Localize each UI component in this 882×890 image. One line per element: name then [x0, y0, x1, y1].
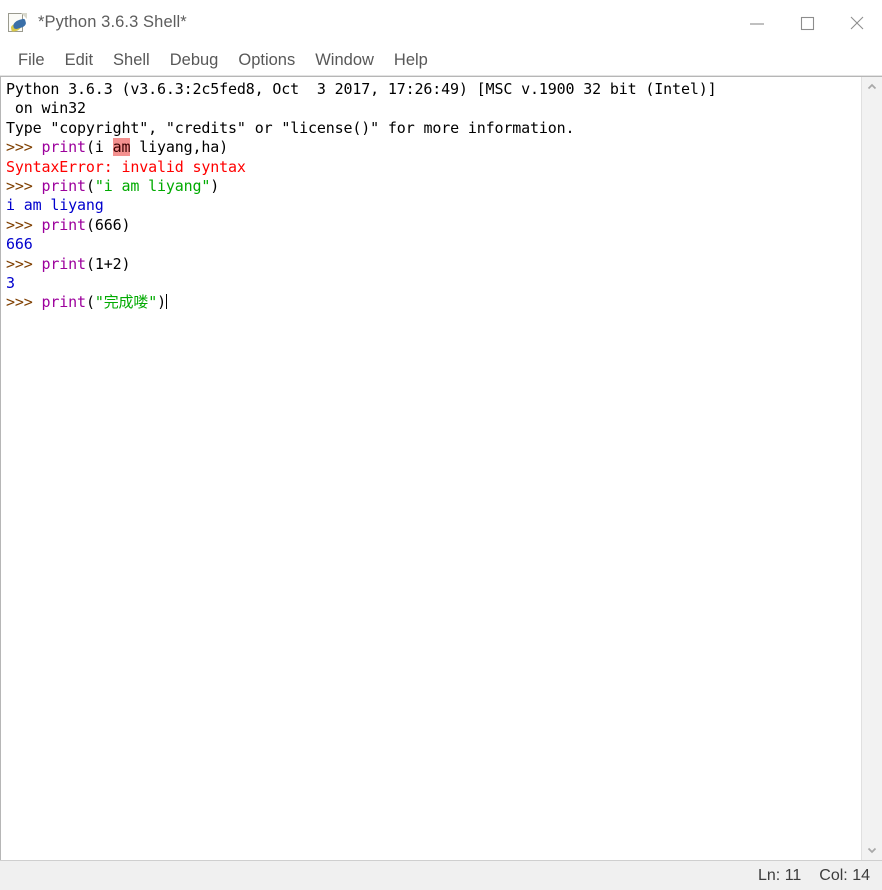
text-cursor: [166, 294, 168, 310]
menu-item-options[interactable]: Options: [228, 47, 305, 73]
console-token-plain: liyang,ha): [130, 138, 229, 157]
console-token-kw: print: [41, 138, 87, 157]
menu-item-debug[interactable]: Debug: [160, 47, 229, 73]
console-token-plain: (666): [85, 215, 131, 234]
menu-bar: File Edit Shell Debug Options Window Hel…: [0, 45, 882, 76]
console-line: 666: [6, 235, 861, 254]
console-token-prompt: >>>: [6, 254, 42, 273]
console-line: >>> print(1+2): [6, 255, 861, 274]
console-token-plain: for more information.: [379, 118, 575, 137]
console-token-plain: (1+2): [85, 254, 131, 273]
shell-text-output[interactable]: Python 3.6.3 (v3.6.3:2c5fed8, Oct 3 2017…: [1, 77, 861, 860]
console-token-kw: print: [41, 254, 87, 273]
scroll-down-arrow-icon[interactable]: [862, 840, 882, 860]
console-line: SyntaxError: invalid syntax: [6, 158, 861, 177]
console-token-out: i am liyang: [6, 196, 104, 215]
console-token-plain: (: [85, 293, 95, 312]
console-line: Type "copyright", "credits" or "license(…: [6, 119, 861, 138]
menu-item-file[interactable]: File: [8, 47, 55, 73]
status-line-number: Ln: 11: [758, 866, 802, 884]
window-title: *Python 3.6.3 Shell*: [38, 13, 187, 31]
console-token-out: 666: [6, 235, 33, 254]
console-token-err: SyntaxError: invalid syntax: [6, 157, 246, 176]
console-token-str: "i am liyang": [94, 177, 211, 196]
status-column-number: Col: 14: [819, 866, 870, 884]
console-line: >>> print("完成喽"): [6, 293, 861, 312]
console-token-out: 3: [6, 274, 15, 293]
menu-item-shell[interactable]: Shell: [103, 47, 160, 73]
close-button[interactable]: [832, 0, 882, 45]
window-controls: [732, 0, 882, 45]
python-idle-icon: [7, 12, 29, 34]
menu-item-help[interactable]: Help: [384, 47, 438, 73]
console-area: Python 3.6.3 (v3.6.3:2c5fed8, Oct 3 2017…: [0, 76, 882, 860]
console-line: 3: [6, 274, 861, 293]
console-token-plain: "license()": [281, 118, 380, 137]
console-token-plain: (: [85, 177, 95, 196]
title-bar: *Python 3.6.3 Shell*: [0, 0, 882, 45]
console-token-plain: on win32: [6, 99, 86, 118]
console-line: Python 3.6.3 (v3.6.3:2c5fed8, Oct 3 2017…: [6, 80, 861, 99]
console-token-plain: Type: [6, 118, 51, 137]
console-token-plain: (i: [85, 138, 113, 157]
idle-shell-window: *Python 3.6.3 Shell* File Edit Shell Deb…: [0, 0, 882, 890]
console-token-kw: print: [41, 293, 87, 312]
console-line: >>> print("i am liyang"): [6, 177, 861, 196]
console-token-plain: "credits": [165, 118, 246, 137]
status-bar: Ln: 11 Col: 14: [0, 860, 882, 890]
minimize-button[interactable]: [732, 0, 782, 45]
console-token-plain: ): [157, 293, 167, 312]
scroll-up-arrow-icon[interactable]: [862, 77, 882, 97]
menu-item-edit[interactable]: Edit: [55, 47, 103, 73]
console-token-prompt: >>>: [6, 138, 42, 157]
console-line: on win32: [6, 99, 861, 118]
console-token-plain: Python 3.6.3 (v3.6.3:2c5fed8, Oct 3 2017…: [6, 80, 717, 98]
vertical-scrollbar[interactable]: [861, 77, 882, 860]
console-token-hl: am: [112, 138, 131, 157]
scrollbar-track[interactable]: [862, 97, 882, 840]
console-line: i am liyang: [6, 196, 861, 215]
console-token-plain: ,: [148, 118, 166, 137]
console-token-kw: print: [41, 177, 87, 196]
maximize-button[interactable]: [782, 0, 832, 45]
menu-item-window[interactable]: Window: [305, 47, 384, 73]
console-token-kw: print: [41, 215, 87, 234]
console-line: >>> print(i am liyang,ha): [6, 138, 861, 157]
title-bar-left: *Python 3.6.3 Shell*: [0, 12, 187, 34]
console-token-prompt: >>>: [6, 215, 42, 234]
console-token-plain: "copyright": [50, 118, 149, 137]
console-token-plain: or: [245, 118, 282, 137]
console-token-prompt: >>>: [6, 177, 42, 196]
console-token-str: "完成喽": [94, 293, 158, 312]
console-token-plain: ): [210, 177, 220, 196]
console-line: >>> print(666): [6, 216, 861, 235]
console-token-prompt: >>>: [6, 293, 42, 312]
